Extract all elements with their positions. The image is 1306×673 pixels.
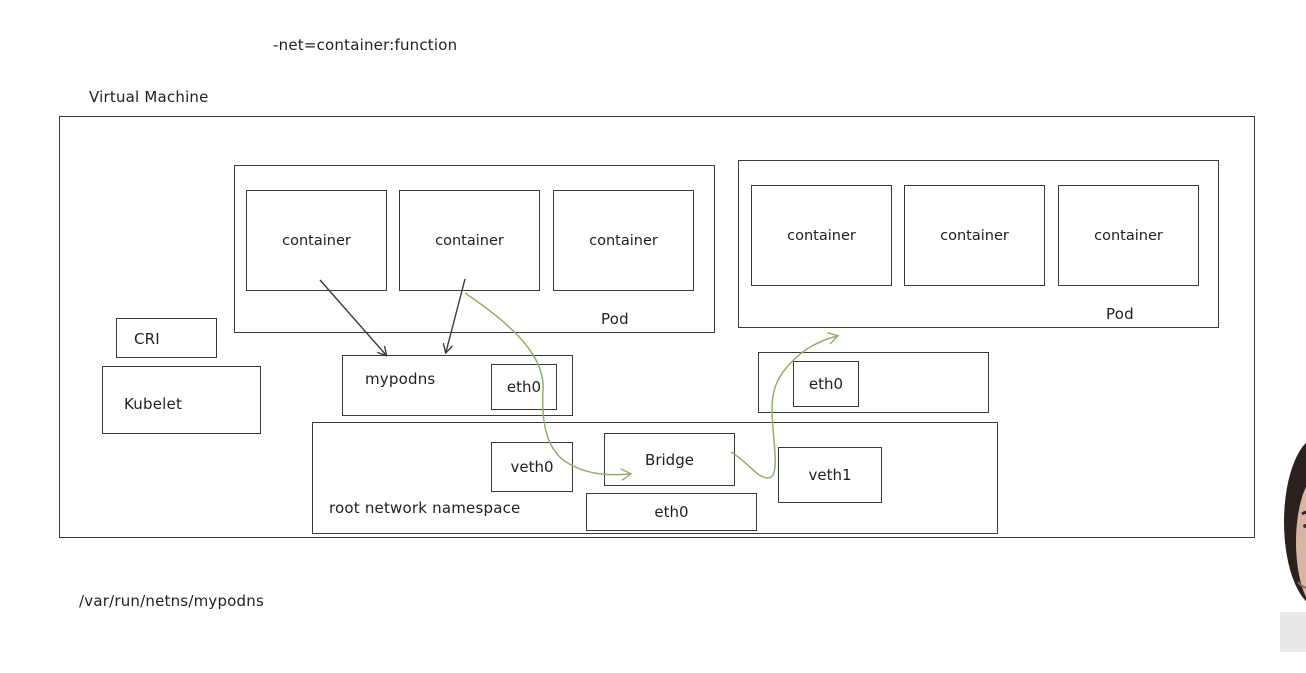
container2-to-mypodns-arrow	[446, 278, 466, 352]
container1-to-mypodns-arrow	[319, 279, 386, 355]
presenter-video-edge	[1280, 432, 1306, 652]
connection-arrows	[319, 278, 1306, 673]
green-packet-path-2	[730, 336, 837, 479]
green-packet-path-1	[464, 292, 630, 475]
